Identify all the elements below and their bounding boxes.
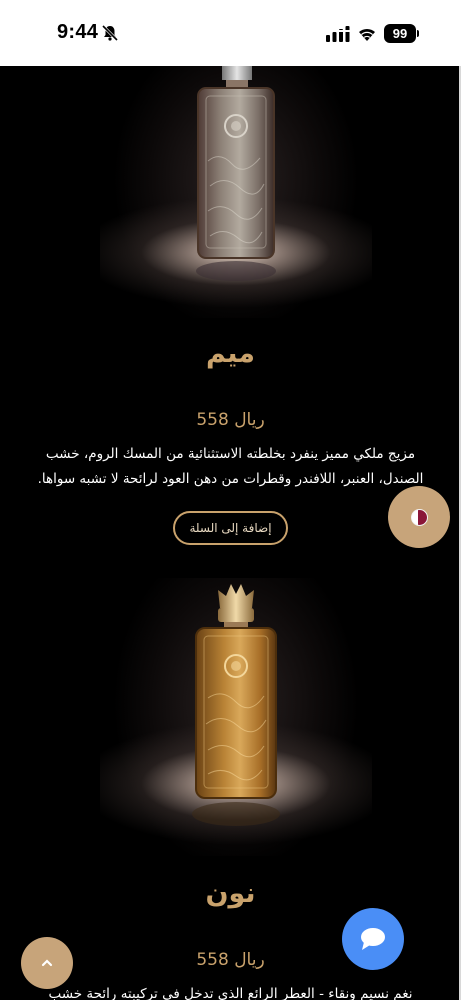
country-selector-button[interactable] <box>388 486 450 548</box>
product-price: 558 ريال <box>196 410 265 430</box>
product-name[interactable]: نون <box>0 878 461 909</box>
perfume-bottle-meem-icon <box>196 66 276 281</box>
wifi-icon <box>359 28 375 41</box>
add-to-cart-button[interactable]: إضافة إلى السلة <box>173 511 288 545</box>
product-description: نغم نسيم ونقاء - العطر الرائع الذي تدخل … <box>48 986 413 1000</box>
status-time: 9:44 <box>57 21 99 43</box>
product-name[interactable]: ميم <box>0 338 461 369</box>
chat-bubble-icon <box>361 928 385 950</box>
product-image-meem[interactable] <box>100 66 372 318</box>
scroll-to-top-button[interactable] <box>21 937 73 989</box>
product-description: مزيج ملكي مميز ينفرد بخلطته الاستثنائية … <box>37 446 424 487</box>
bell-slash-icon <box>101 24 119 42</box>
qatar-flag-icon <box>410 508 428 526</box>
chat-button[interactable] <box>342 908 404 970</box>
battery-tip <box>417 30 419 37</box>
battery-level: 99 <box>392 26 408 41</box>
status-bar: 9:44 99 <box>0 0 461 66</box>
product-image-noon[interactable] <box>100 578 372 856</box>
chevron-up-icon <box>41 959 53 967</box>
signal-icon <box>326 26 350 42</box>
battery-indicator: 99 <box>384 24 416 43</box>
perfume-bottle-noon-icon <box>192 584 280 826</box>
